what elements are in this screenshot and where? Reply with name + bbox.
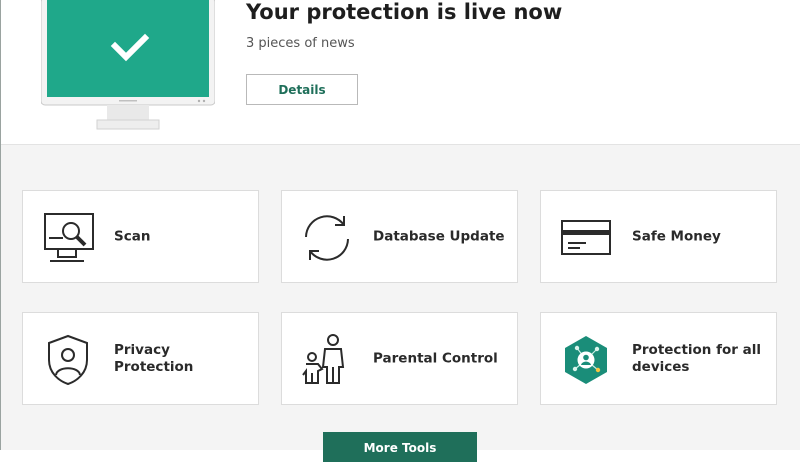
protected-monitor-icon	[41, 0, 215, 130]
monitor-magnifier-icon	[44, 213, 94, 262]
news-count[interactable]: 3 pieces of news	[246, 36, 355, 51]
hexagon-network-icon	[565, 336, 607, 384]
details-button[interactable]: Details	[246, 74, 358, 105]
refresh-arrows-icon	[305, 215, 349, 261]
parent-child-icon	[302, 334, 345, 384]
tile-privacy-protection[interactable]: Privacy Protection	[22, 312, 259, 405]
more-tools-button[interactable]: More Tools	[323, 432, 477, 462]
protection-status-title: Your protection is live now	[246, 0, 563, 24]
tile-label: Scan	[114, 228, 151, 244]
shield-user-icon	[48, 334, 88, 386]
tile-safe-money[interactable]: Safe Money	[540, 190, 777, 283]
tile-label: Safe Money	[632, 228, 721, 244]
tile-database-update[interactable]: Database Update	[281, 190, 518, 283]
status-panel: Your protection is live now 3 pieces of …	[1, 0, 800, 145]
credit-card-icon	[561, 220, 611, 255]
tile-label: Protection for all devices	[632, 341, 761, 375]
tile-scan[interactable]: Scan	[22, 190, 259, 283]
tile-label: Privacy Protection	[114, 341, 194, 375]
tile-parental-control[interactable]: Parental Control	[281, 312, 518, 405]
tile-label: Parental Control	[373, 350, 498, 366]
tile-protection-all-devices[interactable]: Protection for all devices	[540, 312, 777, 405]
tile-label: Database Update	[373, 228, 505, 244]
